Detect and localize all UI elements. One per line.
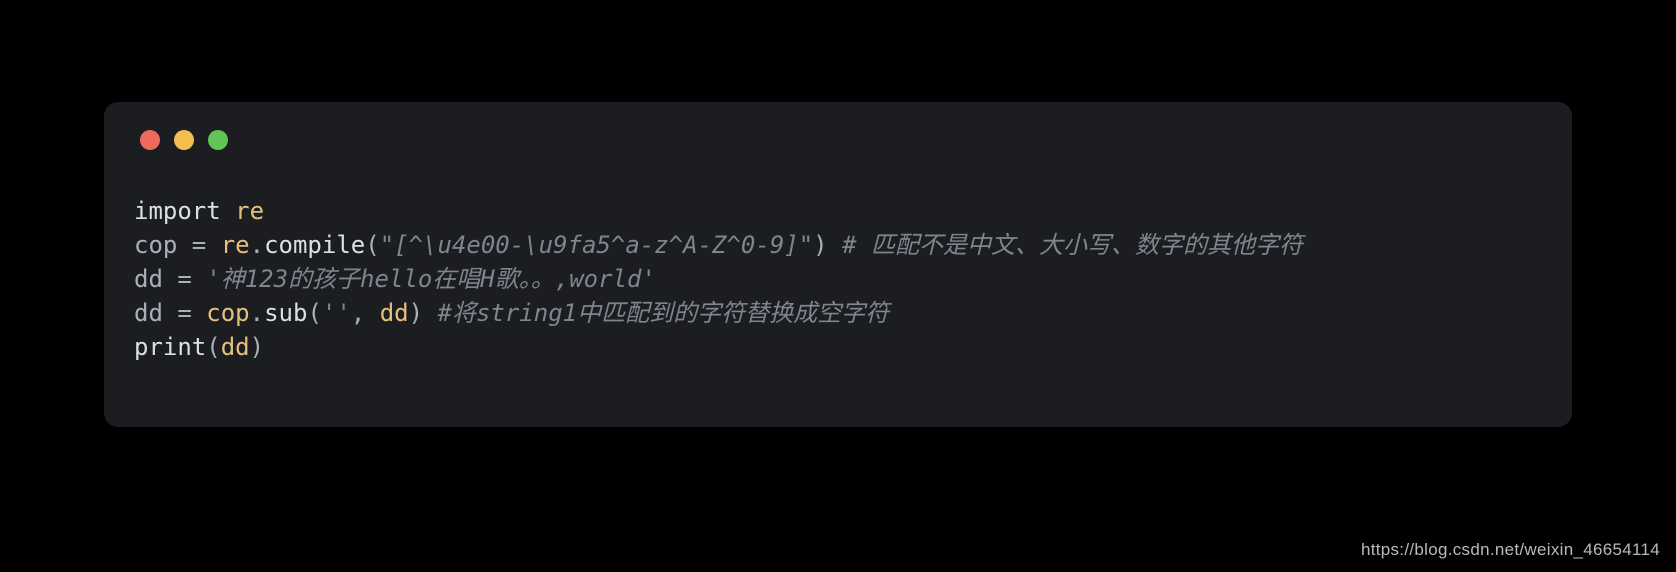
regex-pattern: "[^\u4e00-\u9fa5^a-z^A-Z^0-9]" xyxy=(380,231,813,259)
code-card: import re cop = re.compile("[^\u4e00-\u9… xyxy=(104,102,1572,427)
space xyxy=(423,299,437,327)
code-block: import re cop = re.compile("[^\u4e00-\u9… xyxy=(134,194,1542,364)
var-dd: dd xyxy=(134,265,163,293)
obj-cop: cop xyxy=(206,299,249,327)
keyword-import: import xyxy=(134,197,221,225)
comment-1: # 匹配不是中文、大小写、数字的其他字符 xyxy=(842,231,1303,259)
window-controls xyxy=(140,130,1542,150)
assign: = xyxy=(163,265,206,293)
comment-2: #将string1中匹配到的字符替换成空字符 xyxy=(438,299,890,327)
module-re: re xyxy=(235,197,264,225)
obj-re: re xyxy=(221,231,250,259)
dot: . xyxy=(250,231,264,259)
paren-close: ) xyxy=(250,333,264,361)
fn-sub: sub xyxy=(264,299,307,327)
fn-print: print xyxy=(134,333,206,361)
watermark: https://blog.csdn.net/weixin_46654114 xyxy=(1361,540,1660,560)
paren-open: ( xyxy=(206,333,220,361)
assign: = xyxy=(177,231,220,259)
var-dd: dd xyxy=(134,299,163,327)
close-icon[interactable] xyxy=(140,130,160,150)
empty-string: '' xyxy=(322,299,351,327)
space xyxy=(828,231,842,259)
comma: , xyxy=(351,299,380,327)
minimize-icon[interactable] xyxy=(174,130,194,150)
paren-close: ) xyxy=(409,299,423,327)
paren-close: ) xyxy=(813,231,827,259)
assign: = xyxy=(163,299,206,327)
paren-open: ( xyxy=(307,299,321,327)
paren-open: ( xyxy=(365,231,379,259)
string-sample: '神123的孩子hello在唱H歌。。,world' xyxy=(206,265,656,293)
arg-dd: dd xyxy=(221,333,250,361)
var-cop: cop xyxy=(134,231,177,259)
fn-compile: compile xyxy=(264,231,365,259)
maximize-icon[interactable] xyxy=(208,130,228,150)
arg-dd: dd xyxy=(380,299,409,327)
dot: . xyxy=(250,299,264,327)
